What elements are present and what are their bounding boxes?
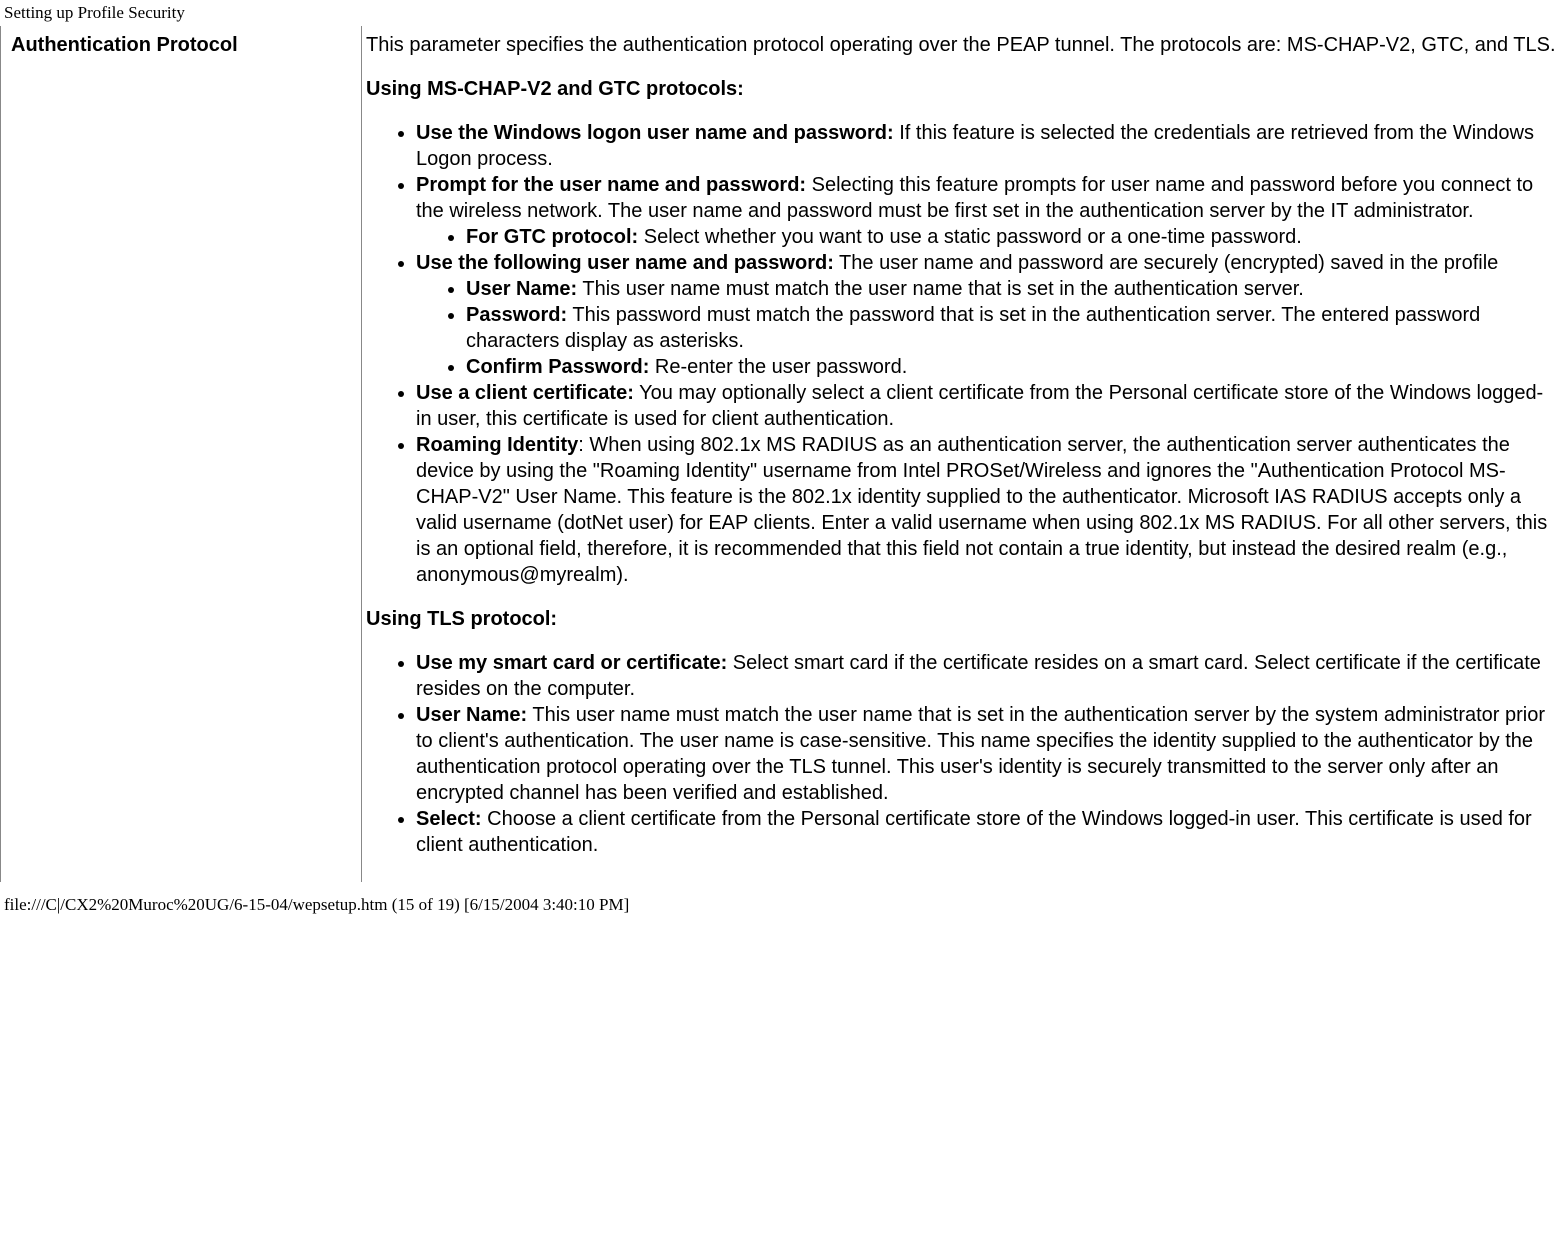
sub-list: For GTC protocol: Select whether you wan… [416,224,1556,250]
item-text: This user name must match the user name … [577,278,1304,300]
item-label: Select: [416,808,482,830]
item-label: Use my smart card or certificate: [416,652,727,674]
right-column: This parameter specifies the authenticat… [361,26,1566,882]
list-item: Use the following user name and password… [416,250,1556,380]
item-label: Use a client certificate: [416,382,634,404]
item-text: Re-enter the user password. [649,356,907,378]
item-label: User Name: [466,278,577,300]
page-header: Setting up Profile Security [0,0,1566,26]
item-text: This password must match the password th… [466,304,1480,352]
item-text: This user name must match the user name … [416,704,1545,804]
left-column: Authentication Protocol [1,26,361,882]
list-item: Roaming Identity: When using 802.1x MS R… [416,432,1556,588]
section1-list: Use the Windows logon user name and pass… [366,120,1556,588]
page-footer: file:///C|/CX2%20Muroc%20UG/6-15-04/weps… [0,882,1566,920]
item-label: Password: [466,304,567,326]
list-item: Use a client certificate: You may option… [416,380,1556,432]
item-text: The user name and password are securely … [834,252,1498,274]
sub-list: User Name: This user name must match the… [416,276,1556,380]
list-item: User Name: This user name must match the… [466,276,1556,302]
list-item: Prompt for the user name and password: S… [416,172,1556,250]
item-label: Use the Windows logon user name and pass… [416,122,894,144]
item-label: Roaming Identity [416,434,578,456]
content-table: Authentication Protocol This parameter s… [0,26,1566,882]
item-label: User Name: [416,704,527,726]
section2-list: Use my smart card or certificate: Select… [366,650,1556,858]
page-header-title: Setting up Profile Security [4,3,185,22]
item-text: Choose a client certificate from the Per… [416,808,1532,856]
list-item: Password: This password must match the p… [466,302,1556,354]
left-column-title: Authentication Protocol [11,34,238,56]
list-item: Use my smart card or certificate: Select… [416,650,1556,702]
intro-paragraph: This parameter specifies the authenticat… [366,32,1556,58]
list-item: Use the Windows logon user name and pass… [416,120,1556,172]
item-text: Select whether you want to use a static … [638,226,1302,248]
list-item: Select: Choose a client certificate from… [416,806,1556,858]
section1-heading: Using MS-CHAP-V2 and GTC protocols: [366,76,1556,102]
list-item: For GTC protocol: Select whether you wan… [466,224,1556,250]
item-label: Use the following user name and password… [416,252,834,274]
list-item: Confirm Password: Re-enter the user pass… [466,354,1556,380]
item-text: : When using 802.1x MS RADIUS as an auth… [416,434,1547,586]
item-label: For GTC protocol: [466,226,638,248]
item-label: Prompt for the user name and password: [416,174,806,196]
footer-text: file:///C|/CX2%20Muroc%20UG/6-15-04/weps… [4,895,629,914]
list-item: User Name: This user name must match the… [416,702,1556,806]
item-label: Confirm Password: [466,356,649,378]
section2-heading: Using TLS protocol: [366,606,1556,632]
